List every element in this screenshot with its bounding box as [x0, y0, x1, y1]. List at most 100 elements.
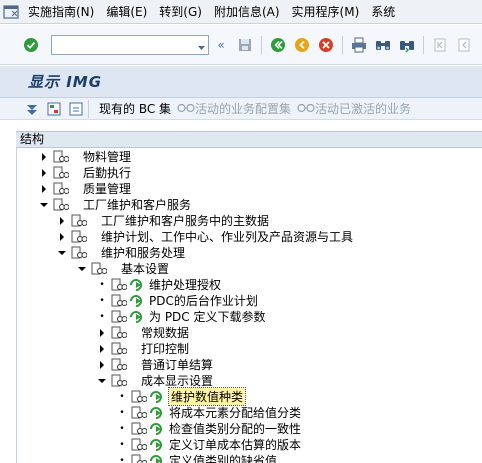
documentation-glasses-icon[interactable] [131, 422, 147, 436]
tree-node-maintain-auth[interactable]: • 维护处理授权 [97, 276, 221, 293]
find-icon[interactable] [374, 36, 392, 54]
tree-node-basic-settings[interactable]: 基本设置 [77, 260, 169, 277]
documentation-glasses-icon[interactable] [53, 166, 69, 180]
tree-node-check-consistency[interactable]: • 检查值类别分配的一致性 [117, 420, 301, 437]
menu-item-utilities[interactable]: 实用程序(M) [286, 0, 366, 23]
expand-arrow-icon[interactable] [97, 340, 107, 357]
tree-node-cost-display-settings[interactable]: 成本显示设置 [97, 372, 213, 389]
tree-node-label: 普通订单结算 [141, 358, 214, 372]
expand-arrow-icon[interactable] [39, 164, 49, 181]
save-icon[interactable] [236, 36, 254, 54]
tree-node-label: 检查值类别分配的一致性 [169, 422, 302, 436]
page-title: 显示 IMG [28, 73, 103, 91]
execute-activity-icon[interactable] [149, 422, 165, 436]
toolbar-separator [88, 99, 89, 118]
execute-activity-icon[interactable] [149, 438, 165, 452]
documentation-glasses-icon[interactable] [91, 262, 107, 276]
tree-node-general-data[interactable]: 常规数据 [97, 324, 189, 341]
menu-item-extras[interactable]: 附加信息(A) [208, 0, 286, 23]
execute-activity-icon[interactable] [129, 310, 145, 324]
back-icon[interactable] [269, 36, 287, 54]
tree-node-print-control[interactable]: 打印控制 [97, 340, 189, 357]
execute-activity-icon[interactable] [149, 454, 165, 463]
documentation-glasses-icon[interactable] [131, 390, 147, 404]
tree-node-materials-management[interactable]: 物料管理 [39, 148, 131, 165]
documentation-glasses-icon[interactable] [111, 294, 127, 308]
documentation-glasses-icon[interactable] [71, 214, 87, 228]
documentation-glasses-icon[interactable] [53, 182, 69, 196]
documentation-glasses-icon[interactable] [53, 198, 69, 212]
tree-node-value-category-defaults[interactable]: • 定义值类别的缺省值 [117, 452, 277, 463]
menu-screen-icon[interactable] [0, 0, 22, 23]
tree-node-order-settlement[interactable]: 普通订单结算 [97, 356, 213, 373]
command-dropdown-icon[interactable] [197, 41, 206, 55]
title-bar: 显示 IMG [0, 66, 482, 98]
documentation-glasses-icon[interactable] [111, 326, 127, 340]
application-toolbar: 现有的 BC 集 活动的业务配置集 活动已激活的业务 [0, 98, 482, 120]
tree-node-logistics-execution[interactable]: 后勤执行 [39, 164, 131, 181]
tree-node-assign-cost-elements[interactable]: • 将成本元素分配给值分类 [117, 404, 301, 421]
previous-page-icon[interactable] [455, 36, 473, 54]
tree-node-label: PDC的后台作业计划 [149, 294, 258, 308]
expand-arrow-icon[interactable] [97, 324, 107, 341]
glasses-icon [177, 102, 195, 116]
tree-node-quality-management[interactable]: 质量管理 [39, 180, 131, 197]
documentation-glasses-icon[interactable] [111, 358, 127, 372]
execute-activity-icon[interactable] [129, 294, 145, 308]
expand-arrow-icon[interactable] [57, 228, 67, 245]
expand-arrow-icon[interactable] [57, 212, 67, 229]
enter-check-icon[interactable] [22, 36, 40, 54]
tree-node-maintenance-service-processing[interactable]: 维护和服务处理 [57, 244, 185, 261]
expand-all-icon[interactable] [24, 101, 40, 117]
command-history-icon[interactable]: « [212, 36, 230, 54]
select-subtree-icon[interactable] [68, 101, 84, 117]
menu-item-edit[interactable]: 编辑(E) [100, 0, 153, 23]
expand-arrow-icon[interactable] [39, 180, 49, 197]
tree-node-pdc-background-job[interactable]: • PDC的后台作业计划 [97, 292, 258, 309]
tree-node-pdc-download-params[interactable]: • 为 PDC 定义下载参数 [97, 308, 266, 325]
expand-subtree-icon[interactable] [46, 101, 62, 117]
documentation-glasses-icon[interactable] [111, 342, 127, 356]
expand-arrow-icon[interactable] [97, 356, 107, 373]
documentation-glasses-icon[interactable] [131, 406, 147, 420]
expand-arrow-icon[interactable] [39, 148, 49, 165]
documentation-glasses-icon[interactable] [131, 454, 147, 463]
documentation-glasses-icon[interactable] [71, 230, 87, 244]
collapse-arrow-icon[interactable] [57, 244, 67, 261]
execute-activity-icon[interactable] [149, 406, 165, 420]
menu-item-system[interactable]: 系统 [365, 0, 401, 23]
menu-item-implementation-guide[interactable]: 实施指南(N) [22, 0, 100, 23]
tree-node-label: 打印控制 [141, 342, 190, 356]
tree-node-cost-estimate-version[interactable]: • 定义订单成本估算的版本 [117, 436, 301, 453]
collapse-arrow-icon[interactable] [39, 196, 49, 213]
execute-activity-icon[interactable] [129, 278, 145, 292]
existing-bc-sets-button[interactable]: 现有的 BC 集 [99, 100, 171, 117]
activated-bc-set-button[interactable]: 活动已激活的业务 [297, 100, 411, 117]
collapse-arrow-icon[interactable] [97, 372, 107, 389]
first-page-icon[interactable] [431, 36, 449, 54]
tree-node-label: 成本显示设置 [141, 374, 214, 388]
find-next-icon[interactable] [398, 36, 416, 54]
documentation-glasses-icon[interactable] [111, 310, 127, 324]
activity-bc-set-button[interactable]: 活动的业务配置集 [177, 100, 291, 117]
documentation-glasses-icon[interactable] [131, 438, 147, 452]
exit-icon[interactable] [293, 36, 311, 54]
tree-node-pm-master-data[interactable]: 工厂维护和客户服务中的主数据 [57, 212, 269, 229]
cancel-icon[interactable] [317, 36, 335, 54]
activated-bc-set-label: 活动已激活的业务 [315, 102, 412, 116]
bullet-icon: • [119, 407, 125, 418]
documentation-glasses-icon[interactable] [53, 150, 69, 164]
tree-node-label: 维护数值种类 [167, 387, 247, 406]
documentation-glasses-icon[interactable] [71, 246, 87, 260]
print-icon[interactable] [350, 36, 368, 54]
documentation-glasses-icon[interactable] [111, 278, 127, 292]
collapse-arrow-icon[interactable] [77, 260, 87, 277]
menu-item-goto[interactable]: 转到(G) [153, 0, 208, 23]
documentation-glasses-icon[interactable] [111, 374, 127, 388]
tree-node-plant-maintenance[interactable]: 工厂维护和客户服务 [39, 196, 191, 213]
tree-node-maintenance-planning[interactable]: 维护计划、工作中心、作业列及产品资源与工具 [57, 228, 353, 245]
tree-node-label: 维护处理授权 [149, 278, 222, 292]
command-field[interactable] [51, 34, 209, 55]
tree-node-maintain-value-categories[interactable]: • 维护数值种类 [117, 387, 247, 406]
execute-activity-icon[interactable] [149, 390, 165, 404]
